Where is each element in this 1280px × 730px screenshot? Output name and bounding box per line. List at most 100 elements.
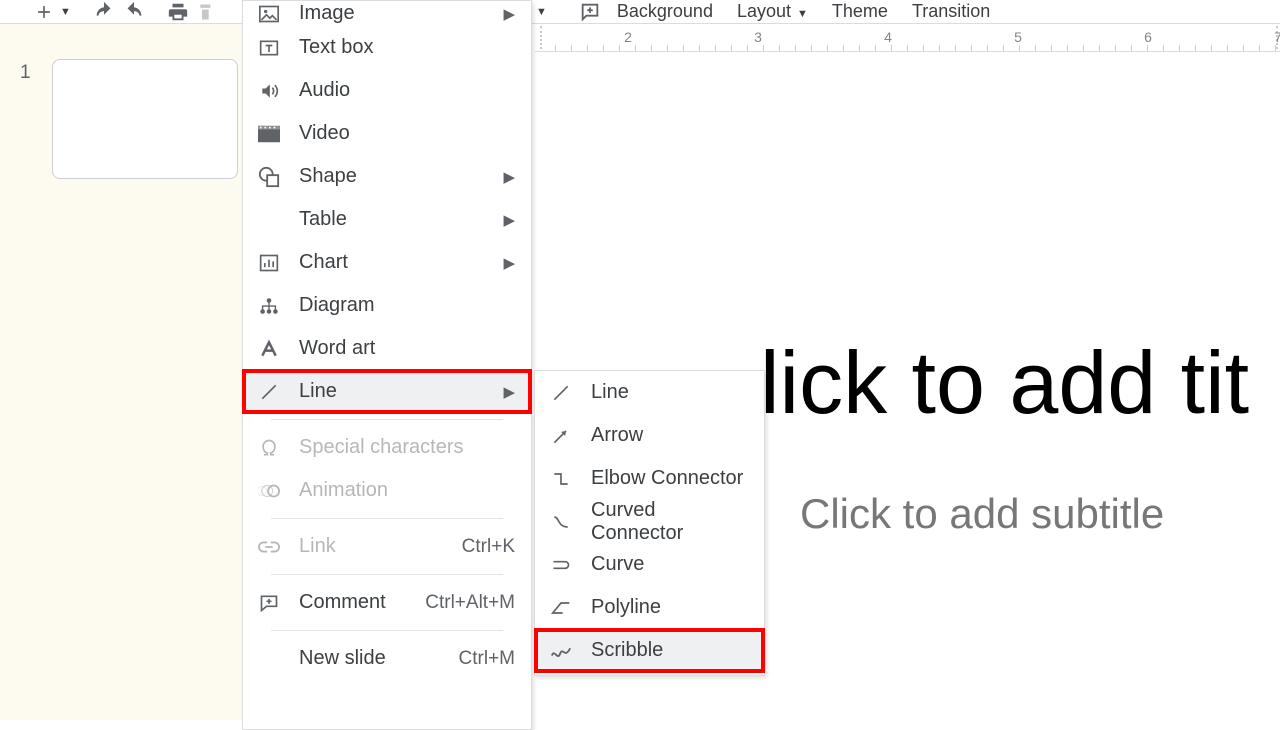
- comment-icon: [257, 591, 281, 615]
- image-icon: [257, 2, 281, 26]
- menu-separator: [271, 574, 503, 575]
- menu-item-label: Scribble: [591, 639, 748, 662]
- video-icon: [257, 122, 281, 146]
- menu-item-label: Image: [299, 2, 503, 25]
- ruler-number: 6: [1144, 29, 1152, 45]
- animation-icon: [257, 479, 281, 503]
- menu-item-label: Link: [299, 535, 462, 558]
- print-button[interactable]: [163, 0, 193, 23]
- transition-button[interactable]: Transition: [900, 1, 1002, 22]
- add-comment-button[interactable]: [575, 0, 605, 23]
- diagram-icon: [257, 294, 281, 318]
- submenu-item-polyline[interactable]: Polyline: [535, 586, 764, 629]
- menu-item-video[interactable]: Video: [243, 112, 531, 155]
- table-icon: [257, 208, 281, 232]
- caret-down-icon: ▼: [60, 6, 71, 18]
- menu-item-textbox[interactable]: Text box: [243, 26, 531, 69]
- new-slide-button[interactable]: ▼: [30, 0, 75, 23]
- paint-format-button[interactable]: [193, 0, 221, 23]
- submenu-item-scribble[interactable]: Scribble: [535, 629, 764, 672]
- paint-icon: [197, 2, 217, 22]
- chevron-right-icon: ▶: [503, 168, 515, 186]
- scribble-icon: [549, 639, 573, 663]
- undo-button[interactable]: [89, 0, 119, 23]
- chart-icon: [257, 251, 281, 275]
- layout-label: Layout: [737, 1, 791, 21]
- menu-separator: [271, 630, 503, 631]
- submenu-item-curved-connector[interactable]: Curved Connector: [535, 500, 764, 543]
- slide-thumbnail[interactable]: [52, 59, 238, 179]
- comment-plus-icon: [579, 1, 601, 23]
- ruler-number: 7: [1274, 29, 1280, 45]
- menu-item-shortcut: Ctrl+M: [459, 648, 515, 670]
- menu-item-shortcut: Ctrl+K: [462, 536, 515, 558]
- wordart-icon: [257, 337, 281, 361]
- submenu-item-line[interactable]: Line: [535, 371, 764, 414]
- menu-item-label: Special characters: [299, 436, 515, 459]
- plus-icon: [34, 2, 54, 22]
- menu-item-label: New slide: [299, 647, 459, 670]
- menu-item-label: Line: [591, 381, 748, 404]
- blank-icon: [257, 647, 281, 671]
- menu-item-label: Text box: [299, 36, 515, 59]
- menu-item-label: Curved Connector: [591, 499, 748, 545]
- audio-icon: [257, 79, 281, 103]
- menu-item-shortcut: Ctrl+Alt+M: [425, 592, 515, 614]
- title-placeholder[interactable]: lick to add tit: [760, 332, 1249, 434]
- redo-icon: [123, 1, 145, 23]
- menu-item-image[interactable]: Image ▶: [243, 1, 531, 26]
- menu-item-wordart[interactable]: Word art: [243, 327, 531, 370]
- textbox-icon: [257, 36, 281, 60]
- insert-menu: Image ▶ Text box Audio Video Shape ▶ Tab…: [242, 0, 532, 730]
- menu-item-label: Diagram: [299, 294, 515, 317]
- undo-icon: [93, 1, 115, 23]
- menu-item-label: Polyline: [591, 596, 748, 619]
- submenu-item-arrow[interactable]: Arrow: [535, 414, 764, 457]
- arrow-icon: [549, 424, 573, 448]
- zoom-caret-icon[interactable]: ▼: [536, 6, 547, 18]
- print-icon: [167, 1, 189, 23]
- menu-item-label: Word art: [299, 337, 515, 360]
- menu-item-label: Arrow: [591, 424, 748, 447]
- toolbar: ▼ ▼ Background Layout ▼ Theme Transition: [0, 0, 1280, 24]
- subtitle-placeholder[interactable]: Click to add subtitle: [800, 490, 1164, 538]
- layout-button[interactable]: Layout ▼: [725, 1, 820, 22]
- menu-separator: [271, 518, 503, 519]
- menu-item-animation: Animation: [243, 469, 531, 512]
- menu-item-shape[interactable]: Shape ▶: [243, 155, 531, 198]
- menu-item-line[interactable]: Line ▶: [243, 370, 531, 413]
- submenu-item-elbow-connector[interactable]: Elbow Connector: [535, 457, 764, 500]
- menu-item-table[interactable]: Table ▶: [243, 198, 531, 241]
- menu-item-chart[interactable]: Chart ▶: [243, 241, 531, 284]
- slide-thumbnail-panel: 1: [0, 24, 242, 720]
- caret-down-icon: ▼: [797, 8, 808, 20]
- line-submenu: Line Arrow Elbow Connector Curved Connec…: [534, 370, 765, 676]
- submenu-item-curve[interactable]: Curve: [535, 543, 764, 586]
- chevron-right-icon: ▶: [503, 211, 515, 229]
- link-icon: [257, 535, 281, 559]
- chevron-right-icon: ▶: [503, 5, 515, 23]
- menu-item-new-slide[interactable]: New slide Ctrl+M: [243, 637, 531, 680]
- menu-item-audio[interactable]: Audio: [243, 69, 531, 112]
- redo-button[interactable]: [119, 0, 149, 23]
- menu-item-label: Shape: [299, 165, 503, 188]
- menu-item-label: Table: [299, 208, 503, 231]
- theme-button[interactable]: Theme: [820, 1, 900, 22]
- shape-icon: [257, 165, 281, 189]
- menu-item-label: Video: [299, 122, 515, 145]
- menu-item-label: Elbow Connector: [591, 467, 748, 490]
- menu-item-comment[interactable]: Comment Ctrl+Alt+M: [243, 581, 531, 624]
- menu-item-diagram[interactable]: Diagram: [243, 284, 531, 327]
- menu-item-label: Comment: [299, 591, 425, 614]
- line-icon: [549, 381, 573, 405]
- menu-separator: [271, 419, 503, 420]
- elbow-connector-icon: [549, 467, 573, 491]
- menu-item-label: Animation: [299, 479, 515, 502]
- menu-item-label: Chart: [299, 251, 503, 274]
- ruler-number: 5: [1014, 29, 1022, 45]
- background-button[interactable]: Background: [605, 1, 725, 22]
- ruler-dotted-guide: [540, 26, 542, 49]
- menu-item-label: Audio: [299, 79, 515, 102]
- ruler: 234567: [535, 24, 1280, 52]
- ruler-number: 4: [884, 29, 892, 45]
